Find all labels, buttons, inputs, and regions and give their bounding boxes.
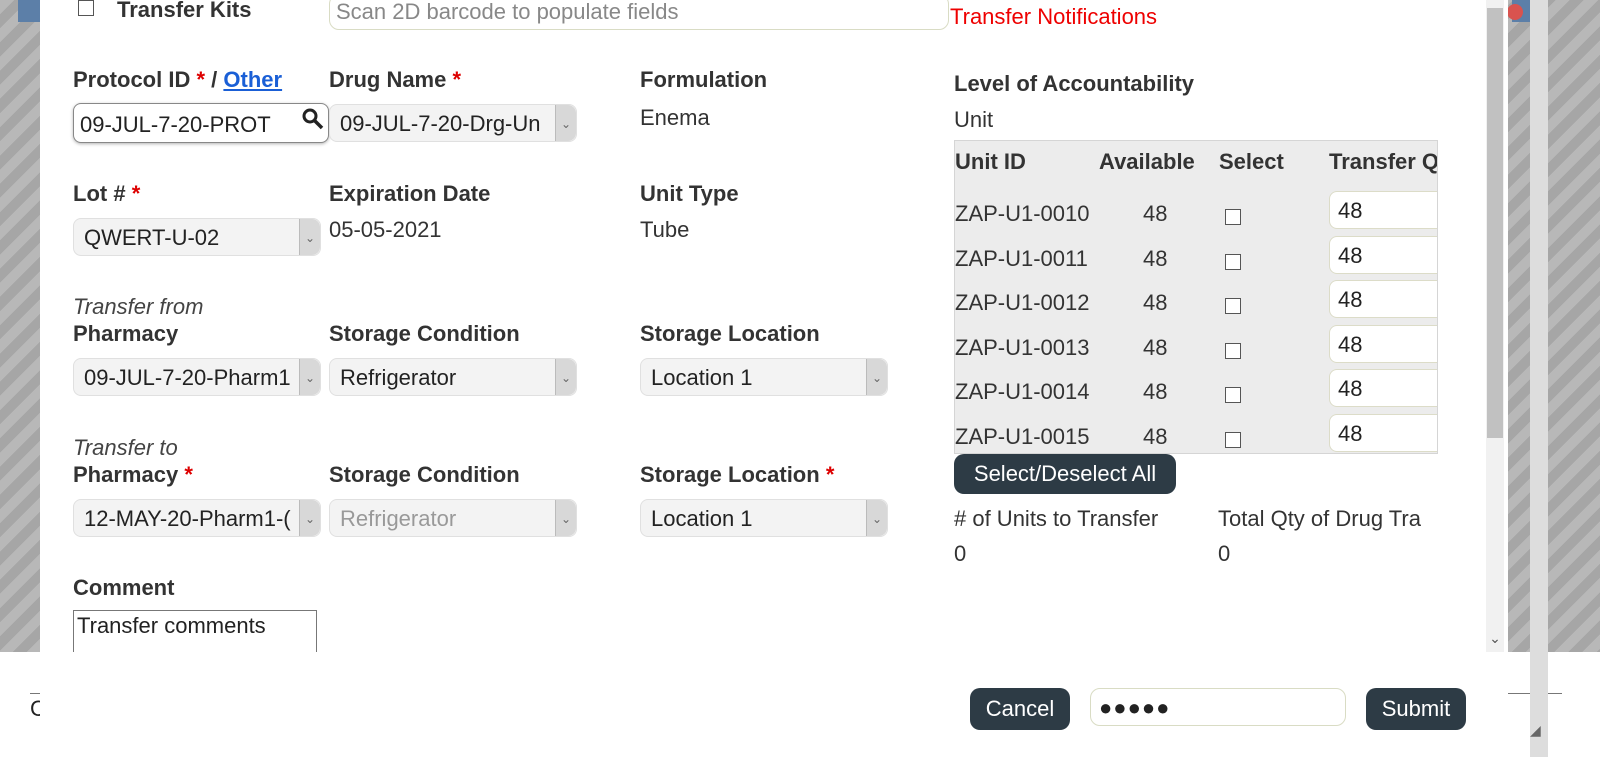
select-deselect-all-button[interactable]: Select/Deselect All (954, 454, 1176, 494)
chevron-down-icon: ⌄ (555, 359, 576, 395)
comment-textarea[interactable]: Transfer comments (73, 610, 317, 652)
transfer-dialog: Transfer Kits Scan 2D barcode to populat… (40, 0, 1548, 757)
to-pharmacy-label: Pharmacy * (73, 462, 193, 487)
chevron-down-icon: ⌄ (866, 359, 887, 395)
transfer-to-heading: Transfer to (73, 435, 178, 460)
chevron-down-icon: ⌄ (299, 500, 320, 536)
dialog-scrollbar[interactable] (1530, 0, 1548, 757)
to-storage-condition-label: Storage Condition (329, 462, 520, 487)
chevron-down-icon: ⌄ (299, 359, 320, 395)
available-cell: 48 (1143, 246, 1168, 271)
table-row: ZAP-U1-0013 48 48 (955, 325, 1437, 369)
row-select-checkbox[interactable] (1225, 298, 1241, 314)
accountability-label: Level of Accountability (954, 71, 1195, 96)
chevron-down-icon[interactable]: ⌄ (1486, 630, 1504, 650)
drug-name-label: Drug Name * (329, 67, 462, 92)
protocol-id-input[interactable]: 09-JUL-7-20-PROT (73, 103, 329, 143)
unit-type-value: Tube (640, 217, 690, 242)
transfer-notifications-link[interactable]: Transfer Notifications (950, 4, 1157, 30)
lot-select[interactable]: QWERT-U-02 ⌄ (73, 218, 321, 256)
from-pharmacy-label: Pharmacy (73, 321, 179, 346)
transfer-qty-input[interactable]: 48 (1329, 236, 1437, 274)
resize-handle-icon[interactable]: ◢ (1530, 722, 1548, 740)
unit-id-cell: ZAP-U1-0014 (955, 379, 1090, 404)
remove-icon (1507, 4, 1523, 20)
available-cell: 48 (1143, 424, 1168, 449)
unit-table: Unit ID Available Select Transfer Q ZAP-… (954, 140, 1438, 454)
available-cell: 48 (1143, 290, 1168, 315)
formulation-value: Enema (640, 105, 710, 130)
search-icon[interactable] (302, 108, 324, 136)
unit-type-label: Unit Type (640, 181, 739, 206)
table-row: ZAP-U1-0012 48 48 (955, 280, 1437, 324)
transfer-kits-checkbox[interactable] (78, 0, 94, 16)
row-select-checkbox[interactable] (1225, 343, 1241, 359)
column-header-available: Available (1099, 149, 1195, 174)
protocol-id-label: Protocol ID * / Other (73, 67, 283, 92)
transfer-qty-input[interactable]: 48 (1329, 414, 1437, 452)
available-cell: 48 (1143, 201, 1168, 226)
cancel-button[interactable]: Cancel (970, 688, 1070, 730)
unit-id-cell: ZAP-U1-0015 (955, 424, 1090, 449)
chevron-down-icon: ⌄ (866, 500, 887, 536)
unit-id-cell: ZAP-U1-0011 (955, 246, 1088, 271)
row-select-checkbox[interactable] (1225, 432, 1241, 448)
transfer-qty-input[interactable]: 48 (1329, 369, 1437, 407)
content-scrollbar-thumb[interactable] (1487, 8, 1503, 438)
column-header-unit-id: Unit ID (955, 149, 1026, 174)
submit-button[interactable]: Submit (1366, 688, 1466, 730)
transfer-qty-input[interactable]: 48 (1329, 325, 1437, 363)
available-cell: 48 (1143, 335, 1168, 360)
row-select-checkbox[interactable] (1225, 209, 1241, 225)
chevron-down-icon: ⌄ (555, 105, 576, 141)
expiration-date-label: Expiration Date (329, 181, 491, 206)
units-to-transfer-label: # of Units to Transfer (954, 506, 1159, 531)
unit-id-cell: ZAP-U1-0013 (955, 335, 1090, 360)
units-to-transfer-value: 0 (954, 541, 967, 566)
from-storage-location-select[interactable]: Location 1 ⌄ (640, 358, 888, 396)
transfer-qty-input[interactable]: 48 (1329, 191, 1437, 229)
table-row: ZAP-U1-0014 48 48 (955, 369, 1437, 413)
total-qty-value: 0 (1218, 541, 1231, 566)
chevron-down-icon: ⌄ (555, 500, 576, 536)
to-storage-location-label: Storage Location * (640, 462, 835, 487)
scan-barcode-input[interactable]: Scan 2D barcode to populate fields (329, 0, 949, 30)
to-storage-condition-select: Refrigerator ⌄ (329, 499, 577, 537)
available-cell: 48 (1143, 379, 1168, 404)
comment-label: Comment (73, 575, 175, 600)
drug-name-select[interactable]: 09-JUL-7-20-Drg-Un ⌄ (329, 104, 577, 142)
accountability-value: Unit (954, 107, 994, 132)
expiration-date-value: 05-05-2021 (329, 217, 442, 242)
transfer-from-heading: Transfer from (73, 294, 204, 319)
password-input[interactable]: ●●●●● (1090, 688, 1346, 726)
from-storage-condition-label: Storage Condition (329, 321, 520, 346)
column-header-transfer-qty: Transfer Q (1329, 149, 1438, 174)
formulation-label: Formulation (640, 67, 768, 92)
table-row: ZAP-U1-0010 48 48 (955, 191, 1437, 235)
unit-id-cell: ZAP-U1-0010 (955, 201, 1090, 226)
table-row: ZAP-U1-0011 48 48 (955, 236, 1437, 280)
transfer-qty-input[interactable]: 48 (1329, 280, 1437, 318)
background-tab (18, 0, 40, 22)
chevron-down-icon: ⌄ (299, 219, 320, 255)
dialog-content: Transfer Kits Scan 2D barcode to populat… (40, 0, 1468, 652)
from-storage-location-label: Storage Location (640, 321, 820, 346)
to-pharmacy-select[interactable]: 12-MAY-20-Pharm1-(⌄ (73, 499, 321, 537)
from-pharmacy-select[interactable]: 09-JUL-7-20-Pharm1 ⌄ (73, 358, 321, 396)
total-qty-label: Total Qty of Drug Tra (1218, 506, 1421, 531)
transfer-kits-label: Transfer Kits (117, 0, 252, 22)
table-row: ZAP-U1-0015 48 48 (955, 414, 1437, 453)
column-header-select: Select (1219, 149, 1284, 174)
lot-label: Lot # * (73, 181, 141, 206)
to-storage-location-select[interactable]: Location 1 ⌄ (640, 499, 888, 537)
row-select-checkbox[interactable] (1225, 254, 1241, 270)
from-storage-condition-select[interactable]: Refrigerator ⌄ (329, 358, 577, 396)
row-select-checkbox[interactable] (1225, 387, 1241, 403)
unit-id-cell: ZAP-U1-0012 (955, 290, 1090, 315)
other-protocol-link[interactable]: Other (223, 67, 282, 92)
